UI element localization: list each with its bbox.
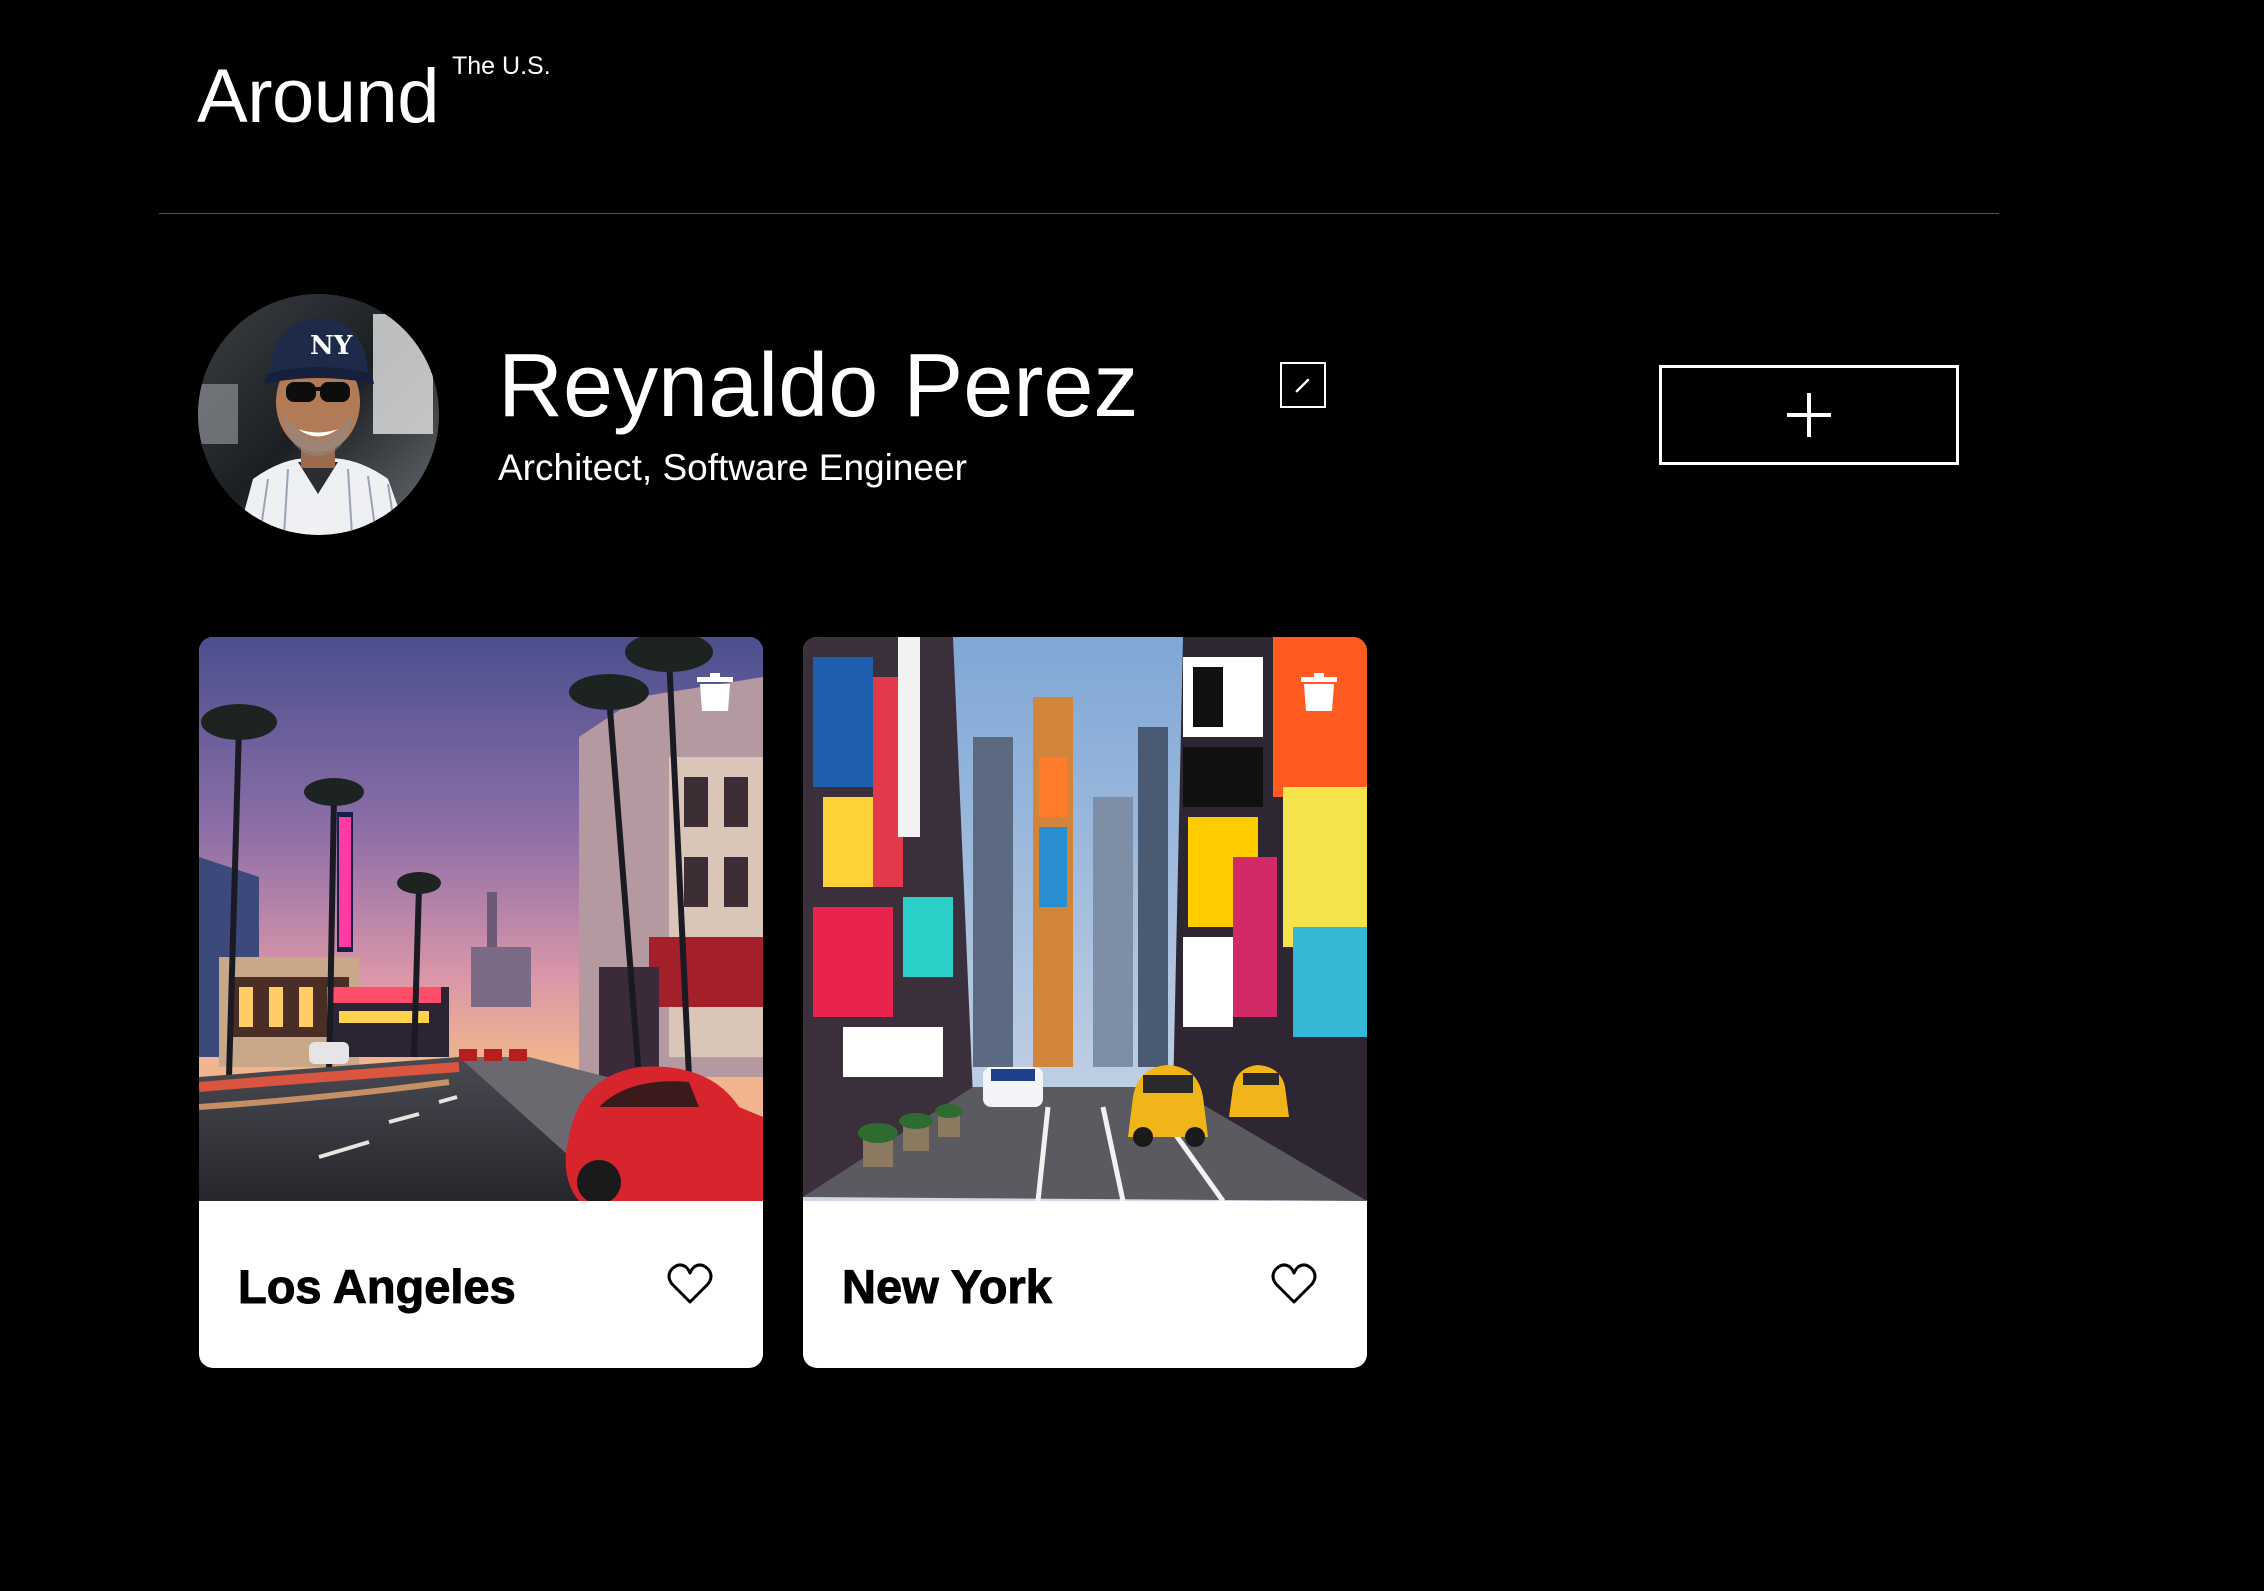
plus-icon [1787,393,1831,437]
logo-superscript: The U.S. [452,52,551,80]
trash-icon [697,673,733,711]
like-button[interactable] [1271,1263,1317,1305]
profile-about: Architect, Software Engineer [498,447,967,488]
add-place-button[interactable] [1659,365,1959,465]
delete-card-button[interactable] [697,673,733,711]
card-title: New York [842,1260,1053,1314]
logo: Around The U.S. [197,52,551,142]
trash-icon [1301,673,1337,711]
logo-text: Around [197,54,440,139]
heart-icon [667,1263,713,1304]
profile-name: Reynaldo Perez [498,336,1139,436]
page: Around The U.S. NY Reynaldo Perez Archit… [0,0,2264,1591]
pencil-icon [1295,378,1310,393]
svg-text:NY: NY [310,331,353,361]
delete-card-button[interactable] [1301,673,1337,711]
card-image[interactable] [199,637,763,1201]
card-title: Los Angeles [238,1260,517,1314]
place-card: Los Angeles [199,637,763,1368]
edit-profile-button[interactable] [1280,362,1326,408]
like-button[interactable] [667,1263,713,1305]
card-image[interactable] [803,637,1367,1201]
place-card: New York [803,637,1367,1368]
header-divider [159,213,1999,214]
avatar-image: NY [198,294,439,535]
avatar[interactable]: NY [198,294,439,535]
heart-icon [1271,1263,1317,1304]
